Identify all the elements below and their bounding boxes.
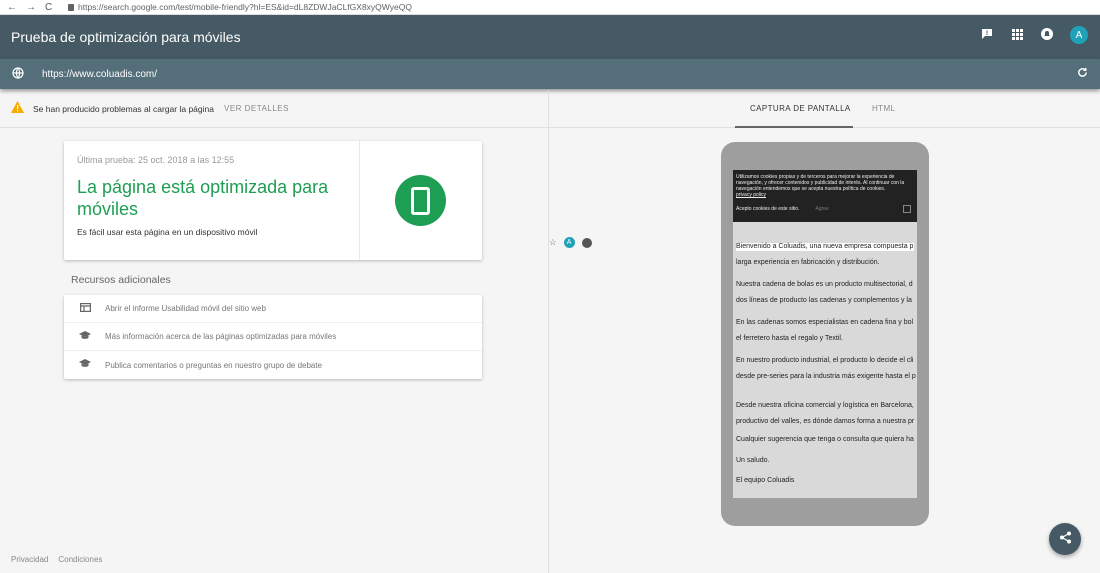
- tab-screenshot[interactable]: CAPTURA DE PANTALLA: [750, 104, 851, 113]
- web-icon: [79, 302, 91, 315]
- page-text-line: Nuestra cadena de bolas es un producto m…: [736, 281, 913, 288]
- resource-item-label[interactable]: Abrir el informe Usabilidad móvil del si…: [105, 304, 266, 313]
- mobile-friendly-badge: [395, 175, 446, 226]
- smartphone-icon: [411, 186, 430, 215]
- active-tab-indicator: [735, 126, 853, 128]
- share-button[interactable]: [1049, 523, 1081, 555]
- privacy-link[interactable]: Privacidad: [11, 555, 48, 564]
- card-divider: [359, 141, 360, 260]
- warning-bar: Se han producido problemas al cargar la …: [0, 90, 548, 128]
- apps-grid-icon[interactable]: [1010, 28, 1024, 43]
- cookie-banner: Utilizamos cookies propias y de terceros…: [733, 170, 917, 222]
- app-header: Prueba de optimización para móviles A: [0, 15, 1100, 59]
- page-screenshot: Utilizamos cookies propias y de terceros…: [733, 170, 917, 498]
- notifications-icon[interactable]: [1040, 27, 1054, 43]
- page-text-line: dos líneas de producto las cadenas y com…: [736, 297, 912, 304]
- cookie-checkbox: [903, 205, 911, 213]
- browser-chrome: ← → C https://search.google.com/test/mob…: [0, 0, 1100, 248]
- resource-item-forum[interactable]: Publica comentarios o preguntas en nuest…: [64, 351, 482, 379]
- page-text-line: Bienvenido a Coluadis, una nueva empresa…: [736, 243, 914, 251]
- warning-icon: [11, 101, 29, 116]
- page-text-line: el ferretero hasta el regalo y Textil.: [736, 335, 843, 342]
- device-frame: Utilizamos cookies propias y de terceros…: [721, 142, 929, 526]
- last-test-timestamp: Última prueba: 25 oct. 2018 a las 12:55: [77, 155, 235, 165]
- page-text-line: Cualquier sugerencia que tenga o consult…: [736, 436, 914, 443]
- page-text-line: larga experiencia en fabricación y distr…: [736, 259, 880, 266]
- result-card: Última prueba: 25 oct. 2018 a las 12:55 …: [64, 141, 482, 260]
- reload-icon[interactable]: C: [45, 2, 52, 13]
- resource-item-usability-report[interactable]: Abrir el informe Usabilidad móvil del si…: [64, 295, 482, 323]
- cookie-accept-row: Acepto cookies de este sitio. Agree: [736, 205, 914, 213]
- results-panel: Se han producido problemas al cargar la …: [0, 90, 549, 573]
- cookie-policy-link: privacy policy: [736, 192, 767, 198]
- page-text-line: desde pre-series para la industria más e…: [736, 373, 916, 380]
- feedback-icon[interactable]: [980, 28, 994, 43]
- page-text-line: En nuestro producto industrial, el produ…: [736, 357, 914, 364]
- view-details-button[interactable]: VER DETALLES: [224, 104, 289, 113]
- page-text-line: Desde nuestra oficina comercial y logíst…: [736, 402, 914, 409]
- header-icons: A: [980, 26, 1088, 44]
- preview-panel: CAPTURA DE PANTALLA HTML Utilizamos cook…: [549, 90, 1100, 573]
- share-icon: [1059, 531, 1072, 547]
- resource-item-label[interactable]: Más información acerca de las páginas op…: [105, 332, 336, 341]
- cookie-accept-text: Acepto cookies de este sitio.: [736, 206, 800, 212]
- terms-link[interactable]: Condiciones: [58, 555, 102, 564]
- page-text-line: productivo del valles, es dónde damos fo…: [736, 418, 915, 425]
- result-headline: La página está optimizada para móviles: [77, 177, 329, 219]
- back-arrow-icon[interactable]: ←: [7, 2, 17, 13]
- school-icon: [79, 330, 91, 343]
- forward-arrow-icon[interactable]: →: [26, 2, 36, 13]
- globe-icon: [12, 66, 26, 82]
- page-body-text: Bienvenido a Coluadis, una nueva empresa…: [733, 243, 917, 485]
- page-text-line: El equipo Coluadis: [736, 477, 795, 484]
- preview-tabs: CAPTURA DE PANTALLA HTML: [549, 90, 1100, 128]
- browser-url-text[interactable]: https://search.google.com/test/mobile-fr…: [78, 2, 412, 12]
- lock-icon: [68, 3, 74, 11]
- resources-title: Recursos adicionales: [71, 274, 171, 286]
- refresh-icon[interactable]: [1077, 67, 1088, 81]
- browser-address-bar[interactable]: https://search.google.com/test/mobile-fr…: [62, 2, 412, 12]
- footer-links: Privacidad Condiciones: [11, 555, 102, 564]
- cookie-text: Utilizamos cookies propias y de terceros…: [736, 174, 905, 192]
- resources-list: Abrir el informe Usabilidad móvil del si…: [64, 295, 482, 379]
- browser-nav: ← → C: [7, 2, 62, 13]
- result-subtitle: Es fácil usar esta página en un disposit…: [77, 227, 258, 237]
- resource-item-label[interactable]: Publica comentarios o preguntas en nuest…: [105, 361, 322, 370]
- warning-text: Se han producido problemas al cargar la …: [33, 103, 214, 114]
- resource-item-learn-more[interactable]: Más información acerca de las páginas op…: [64, 323, 482, 351]
- tested-url-text[interactable]: https://www.coluadis.com/: [42, 69, 157, 80]
- school-icon: [79, 359, 91, 371]
- user-avatar[interactable]: A: [1070, 26, 1088, 44]
- page-text-line: Un saludo.: [736, 457, 770, 464]
- tested-url-bar: https://www.coluadis.com/: [0, 59, 1100, 89]
- cookie-agree: Agree: [815, 206, 829, 212]
- page-text-line: En las cadenas somos especialistas en ca…: [736, 319, 914, 326]
- app-title: Prueba de optimización para móviles: [11, 29, 241, 45]
- tab-html[interactable]: HTML: [872, 104, 895, 113]
